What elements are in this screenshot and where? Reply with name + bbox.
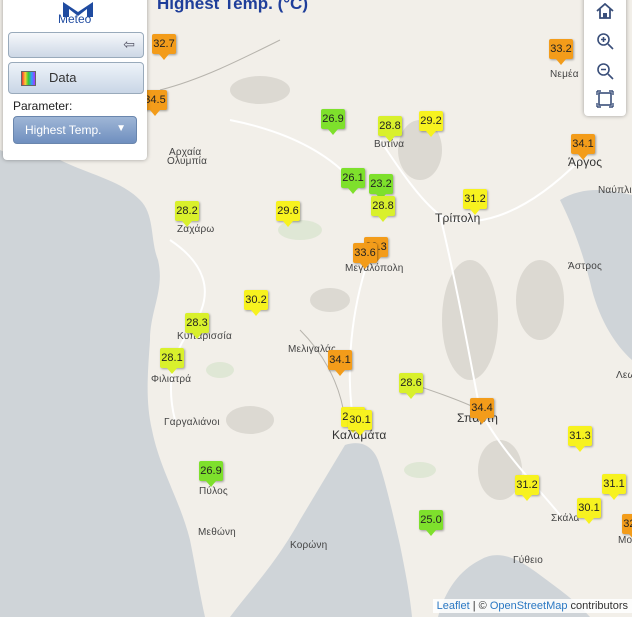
parameter-select-value: Highest Temp. xyxy=(25,123,102,137)
leaflet-link[interactable]: Leaflet xyxy=(437,600,470,612)
temperature-marker[interactable]: 28.2 xyxy=(175,201,199,227)
parameter-label: Parameter: xyxy=(13,99,73,113)
place-label: Μεθώνη xyxy=(198,527,236,538)
collapse-panel-button[interactable]: ⇦ xyxy=(8,32,144,58)
temperature-marker[interactable]: 32.0 xyxy=(622,514,632,540)
temperature-marker[interactable]: 30.1 xyxy=(348,410,372,436)
place-label: Ολυμπία xyxy=(167,156,208,167)
place-label: Άστρος xyxy=(568,261,603,272)
temperature-marker[interactable]: 34.1 xyxy=(328,350,352,376)
temperature-marker[interactable]: 29.2 xyxy=(419,111,443,137)
map-toolbar xyxy=(584,0,626,116)
place-label: Γαργαλιάνοι xyxy=(164,417,220,428)
place-label: Ναύπλι xyxy=(598,185,632,196)
place-label: Πύλος xyxy=(199,486,228,497)
place-label: Μεγαλόπολη xyxy=(345,263,404,274)
parameter-select[interactable]: Highest Temp. ▼ xyxy=(13,116,137,144)
zoom-out-icon[interactable] xyxy=(591,62,619,88)
data-button[interactable]: Data xyxy=(8,62,144,94)
temperature-marker[interactable]: 26.9 xyxy=(321,109,345,135)
temperature-marker[interactable]: 30.1 xyxy=(577,498,601,524)
temperature-marker[interactable]: 28.8 xyxy=(378,116,402,142)
map-title: Highest Temp. (°C) xyxy=(157,0,308,13)
attribution-suffix: contributors xyxy=(567,600,628,612)
temperature-marker[interactable]: 33.2 xyxy=(549,39,573,65)
temperature-marker[interactable]: 34.4 xyxy=(470,398,494,424)
temperature-marker[interactable]: 23.2 xyxy=(369,174,393,200)
rainbow-palette-icon xyxy=(21,71,36,86)
place-label: Φιλιατρά xyxy=(151,374,192,385)
map-attribution: Leaflet | © OpenStreetMap contributors xyxy=(432,599,632,613)
temperature-marker[interactable]: 30.2 xyxy=(244,290,268,316)
place-label: Νεμέα xyxy=(550,69,579,80)
temperature-marker[interactable]: 33.6 xyxy=(353,243,377,269)
temperature-marker[interactable]: 26.9 xyxy=(199,461,223,487)
temperature-marker[interactable]: 28.6 xyxy=(399,373,423,399)
home-icon[interactable] xyxy=(591,2,619,28)
temperature-marker[interactable]: 28.1 xyxy=(160,348,184,374)
data-button-label: Data xyxy=(49,70,77,85)
arrow-left-icon: ⇦ xyxy=(123,36,135,52)
temperature-marker[interactable]: 31.2 xyxy=(463,189,487,215)
temperature-marker[interactable]: 25.0 xyxy=(419,510,443,536)
place-label: Κορώνη xyxy=(290,540,328,551)
temperature-marker[interactable]: 28.8 xyxy=(371,196,395,222)
control-panel: Meteo ⇦ Data Parameter: Highest Temp. ▼ xyxy=(3,0,147,160)
logo-text: Meteo xyxy=(58,12,92,26)
temperature-marker[interactable]: 34.1 xyxy=(571,134,595,160)
place-label: Γύθειο xyxy=(513,555,543,566)
temperature-marker[interactable]: 26.1 xyxy=(341,168,365,194)
temperature-marker[interactable]: 28.3 xyxy=(185,313,209,339)
temperature-marker[interactable]: 31.1 xyxy=(602,474,626,500)
place-label: Λεω xyxy=(616,370,632,381)
temperature-marker[interactable]: 31.3 xyxy=(568,426,592,452)
temperature-marker[interactable]: 31.2 xyxy=(515,475,539,501)
temperature-marker[interactable]: 29.6 xyxy=(276,201,300,227)
attribution-separator: | © xyxy=(469,600,490,612)
temperature-marker[interactable]: 32.7 xyxy=(152,34,176,60)
chevron-down-icon: ▼ xyxy=(116,123,126,134)
place-label: Σκάλα xyxy=(551,513,580,524)
fullscreen-icon[interactable] xyxy=(591,90,619,116)
zoom-in-icon[interactable] xyxy=(591,32,619,58)
map-view[interactable]: Highest Temp. (°C) Αρχαία Ολυμπία Βυτίνα Άρ… xyxy=(0,0,632,617)
openstreetmap-link[interactable]: OpenStreetMap xyxy=(490,600,568,612)
